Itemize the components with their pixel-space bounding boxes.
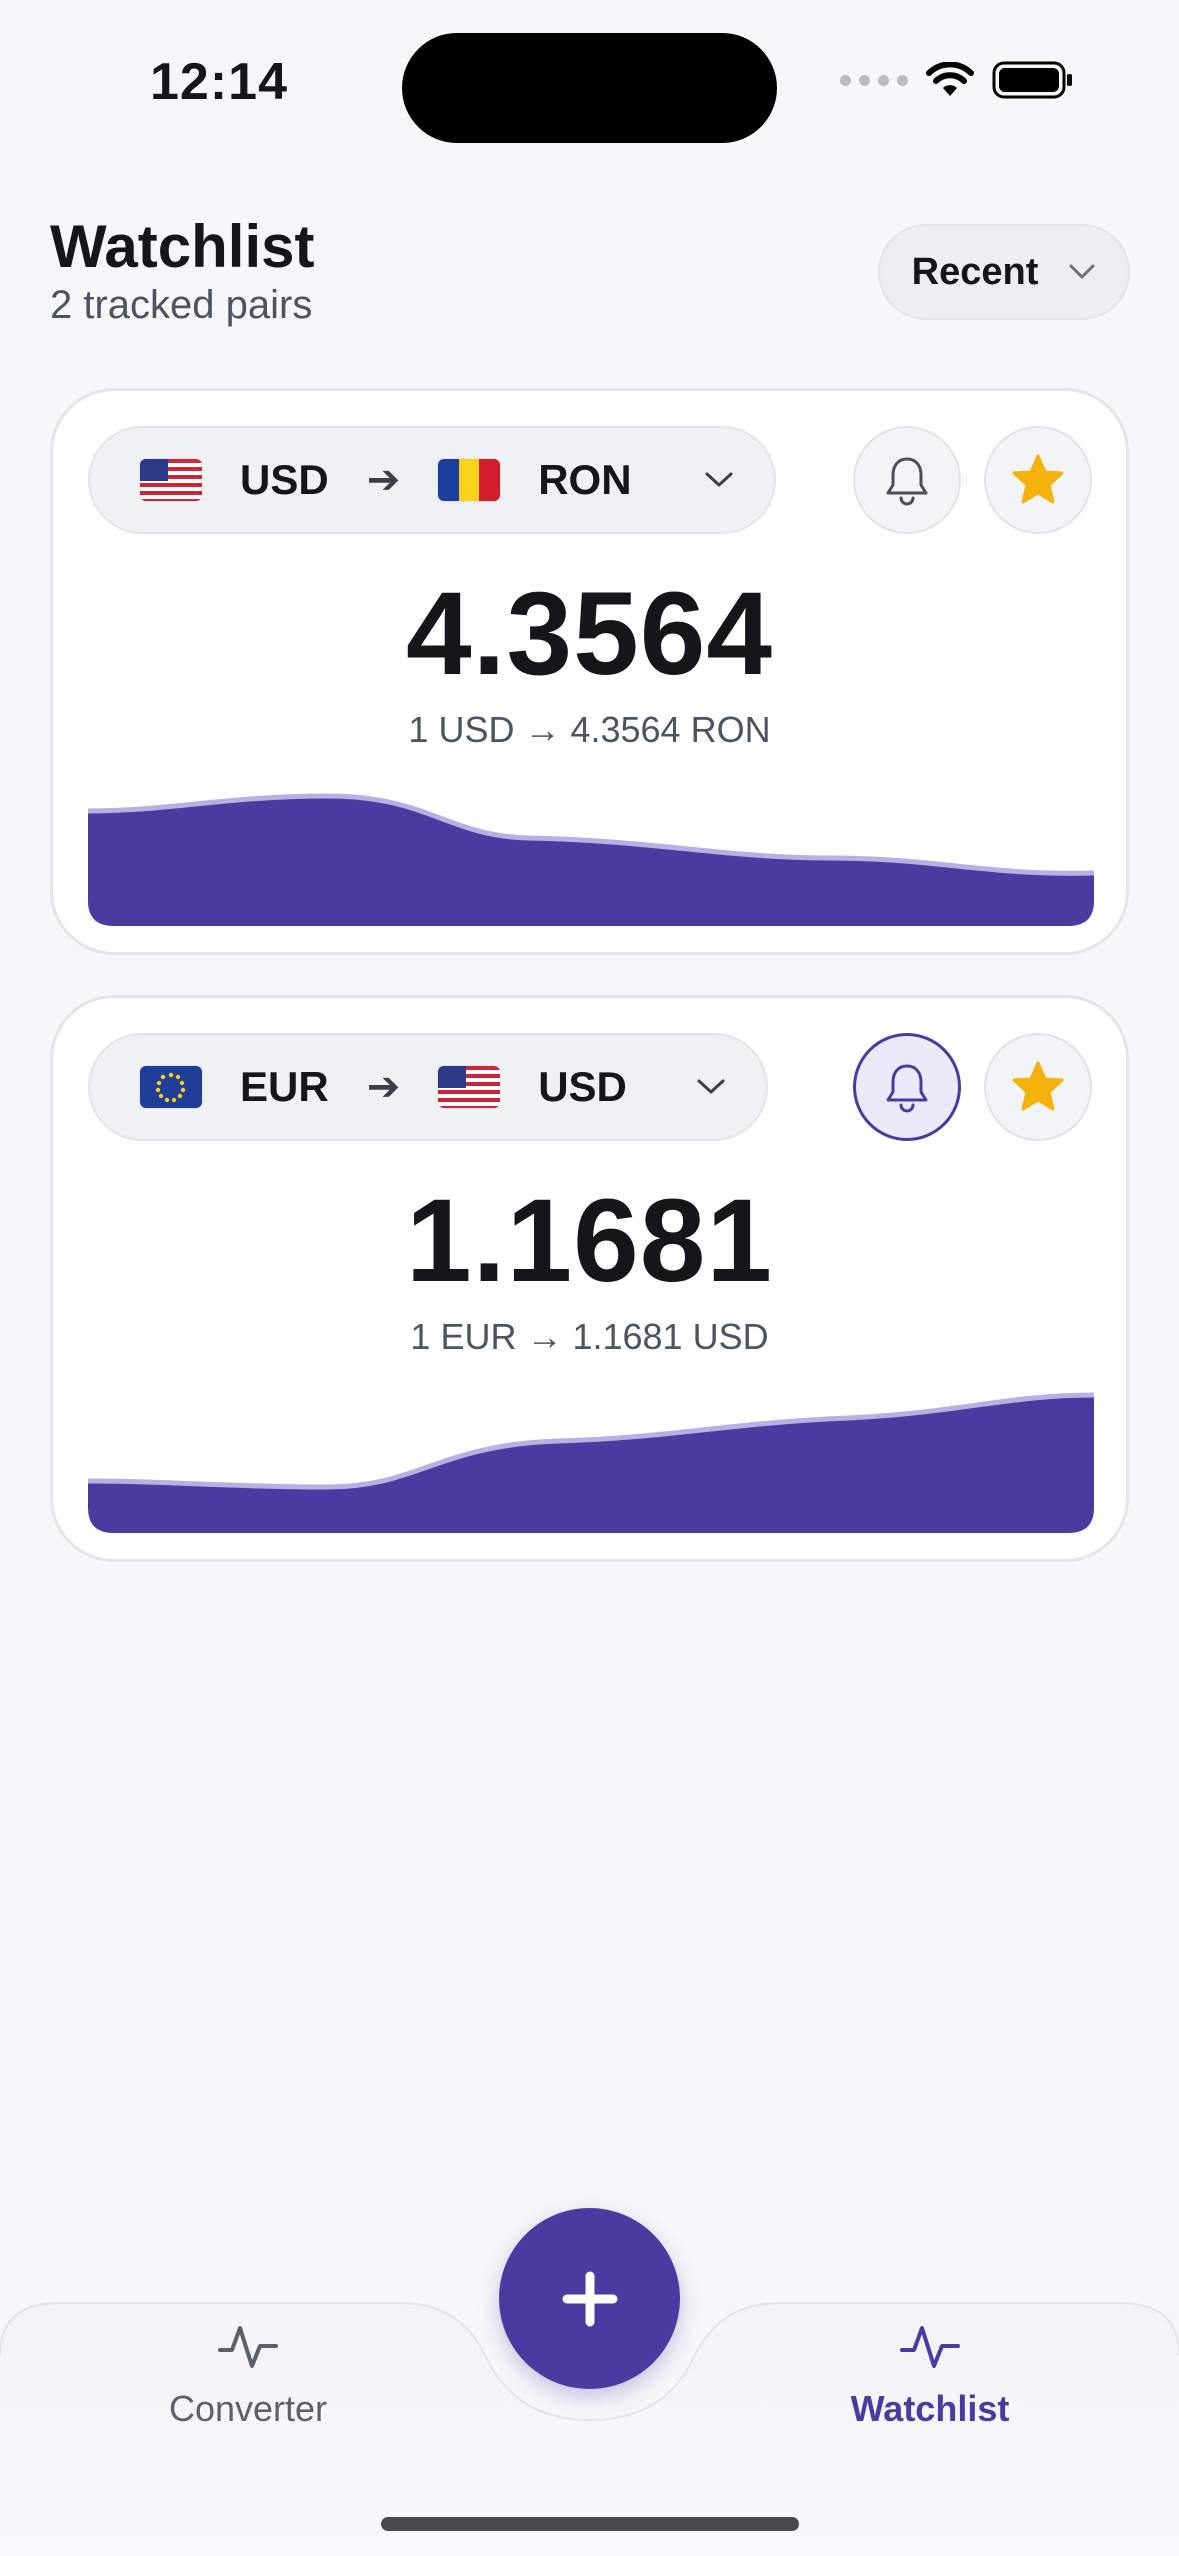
to-currency-code: USD	[538, 1063, 627, 1110]
chevron-down-icon	[705, 472, 733, 487]
star-icon	[1012, 454, 1064, 504]
cellular-signal-icon	[840, 74, 908, 86]
tab-label: Converter	[168, 2388, 328, 2429]
star-icon	[1012, 1061, 1064, 1111]
page-subtitle: 2 tracked pairs	[50, 283, 313, 327]
alert-button[interactable]	[853, 426, 961, 534]
tab-converter[interactable]: Converter	[98, 2320, 398, 2430]
status-indicators	[840, 60, 1074, 100]
trend-sparkline	[88, 793, 1094, 926]
from-currency-code: USD	[240, 456, 329, 503]
currency-pair-selector[interactable]: USD ➔ RON	[88, 426, 776, 534]
add-pair-button[interactable]	[499, 2208, 680, 2389]
status-time: 12:14	[150, 53, 288, 111]
favorite-button[interactable]	[984, 1033, 1092, 1141]
plus-icon	[562, 2271, 617, 2326]
wifi-icon	[926, 62, 974, 96]
page-title: Watchlist	[50, 213, 315, 280]
home-indicator	[381, 2517, 799, 2531]
currency-pair-selector[interactable]: EUR ➔ USD	[88, 1033, 768, 1141]
ro-flag-icon	[438, 459, 501, 501]
exchange-rate: 4.3564	[406, 568, 773, 700]
alert-button-active[interactable]	[853, 1033, 961, 1141]
bell-icon	[886, 1064, 928, 1113]
exchange-rate: 1.1681	[406, 1175, 773, 1307]
us-flag-icon	[140, 459, 202, 501]
sort-dropdown[interactable]: Recent	[878, 224, 1130, 320]
dynamic-island	[402, 33, 777, 143]
tab-label: Watchlist	[850, 2388, 1010, 2429]
trend-sparkline	[88, 1392, 1094, 1533]
to-currency-code: RON	[538, 456, 632, 503]
arrow-right-icon: ➔	[366, 1065, 401, 1109]
activity-icon	[218, 2326, 278, 2368]
chevron-down-icon	[1069, 264, 1095, 279]
arrow-right-icon: ➔	[366, 458, 401, 502]
favorite-button[interactable]	[984, 426, 1092, 534]
from-currency-code: EUR	[240, 1063, 329, 1110]
battery-icon	[992, 61, 1072, 99]
chevron-down-icon	[697, 1079, 725, 1094]
activity-icon	[900, 2326, 960, 2368]
rate-detail: 1 USD → 4.3564 RON	[408, 709, 771, 750]
sort-label: Recent	[911, 250, 1039, 293]
bell-icon	[886, 457, 928, 506]
rate-detail: 1 EUR → 1.1681 USD	[410, 1316, 769, 1357]
eu-flag-icon	[140, 1066, 202, 1108]
watchlist-card-usd-ron[interactable]: USD ➔ RON 4.3564 1 USD → 4.3564 RON	[50, 388, 1129, 955]
tab-watchlist[interactable]: Watchlist	[780, 2320, 1080, 2430]
us-flag-icon	[438, 1066, 501, 1108]
watchlist-card-eur-usd[interactable]: EUR ➔ USD 1.1681 1 EUR → 1.1681 USD	[50, 995, 1129, 1562]
